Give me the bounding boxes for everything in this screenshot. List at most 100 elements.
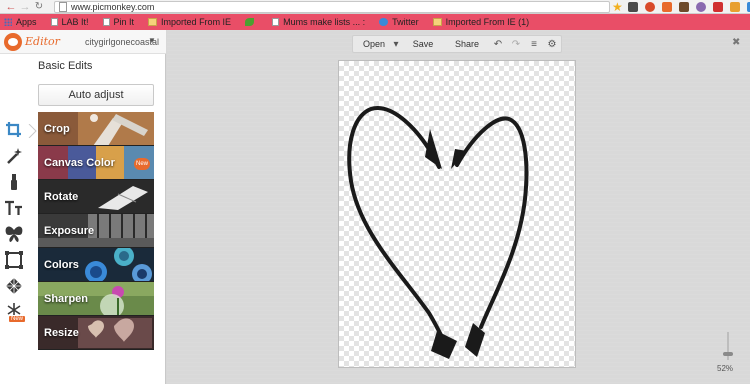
bookmark-label: Pin It — [113, 17, 135, 27]
undo-icon[interactable]: ↶ — [489, 35, 507, 53]
logo-text: Editor — [25, 35, 60, 48]
section-title: Basic Edits — [38, 60, 93, 72]
monkey-logo-icon[interactable] — [4, 33, 22, 51]
new-badge: New — [134, 158, 150, 170]
bookmark-imported-ie[interactable]: Imported From IE — [148, 17, 231, 27]
tool-touch-up[interactable] — [4, 172, 24, 192]
heart-right-curve — [455, 116, 529, 329]
extension-icon[interactable] — [662, 2, 672, 12]
forward-icon[interactable]: → — [18, 0, 32, 14]
browser-url-bar: ← → ↻ www.picmonkey.com ★ ≡ — [0, 0, 750, 14]
layers-icon[interactable]: ≡ — [525, 35, 543, 53]
bookmark-label: Mums make lists ... : — [283, 17, 366, 27]
editor-toolbar: Open ▾ Save Share ↶ ↷ ≡ ⚙ — [352, 35, 562, 53]
heart-arrows-image — [347, 106, 529, 359]
arrowhead-right — [451, 149, 467, 169]
url-text[interactable]: www.picmonkey.com — [71, 2, 154, 12]
edit-item-crop[interactable]: Crop — [38, 112, 154, 146]
zoom-control: 52% — [713, 332, 743, 373]
edit-item-rotate[interactable]: Rotate — [38, 180, 154, 214]
bookmark-mums-make-lists[interactable]: Mums make lists ... : — [272, 17, 365, 27]
page-icon — [272, 18, 280, 26]
tool-effects[interactable] — [4, 146, 24, 166]
left-panel: Editor citygirlgonecoastal ▼ New Basic E… — [0, 30, 166, 384]
text-icon — [5, 200, 22, 215]
bookmark-label: Imported From IE — [161, 17, 232, 27]
instagram-icon[interactable] — [679, 2, 689, 12]
edit-item-canvas-color[interactable]: Canvas Color New — [38, 146, 154, 180]
edit-item-label: Canvas Color — [44, 157, 115, 169]
brush-icon — [11, 174, 17, 190]
extension-icon[interactable] — [730, 2, 740, 12]
back-icon[interactable]: ← — [4, 0, 18, 14]
bookmarks-bar: Apps LAB It! Pin It Imported From IE Mum… — [0, 14, 750, 30]
edit-item-label: Sharpen — [44, 293, 89, 305]
bookmark-imported-ie-1[interactable]: Imported From IE (1) — [432, 17, 530, 27]
twitter-icon — [379, 18, 389, 26]
tool-text[interactable] — [4, 198, 24, 218]
bookmark-star-icon[interactable]: ★ — [612, 0, 623, 14]
tool-frames[interactable] — [4, 250, 24, 270]
fletching-left — [431, 331, 457, 359]
bookmark-lab-it[interactable]: LAB It! — [50, 17, 89, 27]
arrowhead-left — [425, 129, 442, 169]
chevron-down-icon[interactable]: ▾ — [391, 35, 401, 53]
edit-item-resize[interactable]: Resize — [38, 316, 154, 350]
reload-icon[interactable]: ↻ — [32, 0, 46, 14]
extension-icons: ≡ — [628, 2, 750, 12]
picmonkey-app: Editor citygirlgonecoastal ▼ New Basic E… — [0, 30, 750, 384]
edit-item-sharpen[interactable]: Sharpen — [38, 282, 154, 316]
magic-wand-icon — [7, 148, 22, 164]
extension-icon[interactable] — [696, 2, 706, 12]
active-tool-pointer — [28, 124, 37, 138]
share-button[interactable]: Share — [445, 35, 489, 53]
open-button[interactable]: Open — [357, 35, 391, 53]
chevron-down-icon[interactable]: ▼ — [148, 36, 156, 45]
bookmark-apps[interactable]: Apps — [4, 17, 37, 27]
page-icon — [50, 18, 58, 26]
bookmark-label: Imported From IE (1) — [445, 17, 530, 27]
apps-grid-icon — [4, 18, 12, 26]
bookmark-label: Apps — [16, 17, 37, 27]
folder-icon — [432, 18, 442, 26]
new-tag: New — [9, 316, 26, 322]
page-icon — [102, 18, 110, 26]
edit-item-label: Rotate — [44, 191, 79, 203]
extension-icon[interactable] — [713, 2, 723, 12]
extension-icon[interactable] — [628, 2, 638, 12]
workspace: Open ▾ Save Share ↶ ↷ ≡ ⚙ ✖ 52% — [167, 30, 750, 384]
image-canvas[interactable] — [338, 60, 576, 368]
edit-item-label: Crop — [44, 123, 70, 135]
extension-icon[interactable] — [645, 2, 655, 12]
edit-item-colors[interactable]: Colors — [38, 248, 154, 282]
green-leaf-icon — [245, 18, 255, 26]
frame-icon — [5, 251, 23, 269]
brand-header: Editor citygirlgonecoastal ▼ — [0, 30, 166, 54]
redo-icon[interactable]: ↷ — [507, 35, 525, 53]
zoom-slider-handle[interactable] — [723, 352, 733, 356]
gear-icon[interactable]: ⚙ — [543, 35, 561, 53]
edit-item-exposure[interactable]: Exposure — [38, 214, 154, 248]
page-icon — [59, 2, 67, 12]
bookmark-pin-it[interactable]: Pin It — [102, 17, 135, 27]
close-icon[interactable]: ✖ — [732, 37, 740, 48]
bookmark-leaf[interactable] — [245, 18, 258, 26]
save-button[interactable]: Save — [401, 35, 445, 53]
tool-overlays[interactable] — [4, 224, 24, 244]
folder-icon — [148, 18, 158, 26]
edit-item-label: Resize — [44, 327, 79, 339]
bookmark-twitter[interactable]: Twitter — [379, 17, 419, 27]
texture-icon — [6, 278, 22, 294]
zoom-level: 52% — [717, 364, 734, 373]
tool-textures[interactable] — [4, 276, 24, 296]
bookmark-label: LAB It! — [61, 17, 89, 27]
edit-item-label: Exposure — [44, 225, 95, 237]
crop-icon — [6, 122, 21, 137]
butterfly-icon — [5, 226, 23, 242]
tool-basic-edits[interactable] — [4, 120, 24, 140]
tool-seasonal[interactable]: New — [4, 302, 26, 322]
auto-adjust-button[interactable]: Auto adjust — [38, 84, 154, 106]
edit-item-label: Colors — [44, 259, 79, 271]
bookmark-label: Twitter — [392, 17, 419, 27]
address-input[interactable]: www.picmonkey.com — [54, 1, 610, 13]
